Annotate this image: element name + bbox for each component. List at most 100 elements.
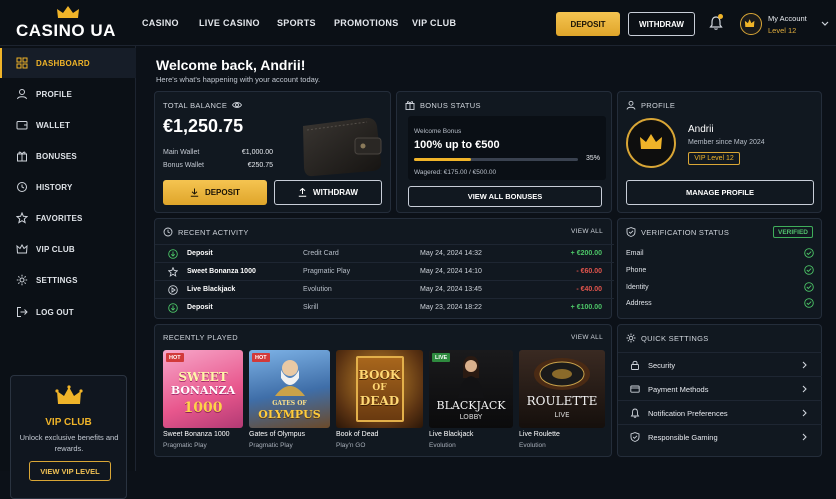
game-thumbnail[interactable]: BOOK OF DEAD (336, 350, 423, 428)
header-deposit-button[interactable]: DEPOSIT (556, 12, 620, 36)
game-provider: Pragmatic Play (249, 442, 293, 449)
crown-icon (16, 243, 28, 254)
bonus-title: BONUS STATUS (420, 100, 481, 110)
game-thumbnail[interactable]: HOT GATES OF OLYMPUS (249, 350, 330, 428)
download-icon (190, 188, 199, 197)
account-menu[interactable]: My Account Level 12 (768, 14, 807, 35)
deposit-icon (168, 249, 178, 259)
avatar[interactable] (740, 13, 762, 35)
recent-title: RECENTLY PLAYED (163, 333, 238, 342)
bonus-title-row: BONUS STATUS (405, 100, 481, 110)
view-vip-level-button[interactable]: VIEW VIP LEVEL (29, 461, 111, 481)
quick-settings-item-responsible-gaming[interactable]: Responsible Gaming (618, 424, 822, 448)
sidebar-item-logout[interactable]: LOG OUT (0, 297, 136, 327)
wallet-icon (16, 121, 28, 130)
sidebar-item-label: VIP CLUB (36, 244, 75, 254)
sidebar-item-wallet[interactable]: WALLET (0, 110, 136, 140)
profile-avatar[interactable] (626, 118, 676, 168)
game-name[interactable]: Book of Dead (336, 431, 378, 438)
sidebar-item-dashboard[interactable]: DASHBOARD (0, 48, 136, 78)
history-icon (163, 227, 173, 237)
sidebar-item-history[interactable]: HISTORY (0, 172, 136, 202)
gear-icon (16, 274, 28, 286)
recent-title-row: RECENTLY PLAYED (163, 333, 238, 342)
quick-settings-item-security[interactable]: Security (618, 352, 822, 376)
nav-promotions[interactable]: PROMOTIONS (334, 18, 399, 28)
sidebar-item-profile[interactable]: PROFILE (0, 79, 136, 109)
nav-casino[interactable]: CASINO (142, 18, 179, 28)
header-withdraw-button[interactable]: WITHDRAW (628, 12, 695, 36)
balance-withdraw-button[interactable]: WITHDRAW (274, 180, 382, 205)
balance-deposit-button[interactable]: DEPOSIT (163, 180, 267, 205)
game-art-line: LOBBY (459, 413, 483, 421)
game-name[interactable]: Live Roulette (519, 431, 560, 438)
chevron-down-icon[interactable] (821, 21, 829, 27)
withdraw-label: WITHDRAW (313, 188, 358, 197)
brand-name: CASINO UA (16, 21, 116, 40)
game-thumbnail[interactable]: LIVE BLACKJACK LOBBY (429, 350, 513, 428)
verification-label: Phone (626, 267, 647, 274)
sidebar-item-label: LOG OUT (36, 307, 74, 317)
play-icon (168, 285, 178, 295)
quick-title-row: QUICK SETTINGS (626, 333, 709, 343)
sidebar-item-vip-club[interactable]: VIP CLUB (0, 234, 136, 264)
balance-card: TOTAL BALANCE €1,250.75 Main Wallet €1,0… (154, 91, 391, 213)
balance-amount: €1,250.75 (163, 116, 244, 136)
activity-date: May 24, 2024 13:45 (420, 286, 482, 293)
game-art-line: 1000 (183, 400, 223, 416)
bonus-wallet-value: €250.75 (247, 162, 273, 169)
quick-settings-card: QUICK SETTINGS Security Payment Methods … (617, 324, 822, 457)
check-circle-icon (804, 265, 814, 275)
shield-check-icon (626, 227, 636, 237)
table-row[interactable]: Deposit Credit Card May 24, 2024 14:32 +… (155, 244, 614, 262)
lock-icon (631, 360, 639, 370)
activity-method: Credit Card (303, 250, 339, 257)
shield-icon (630, 432, 640, 442)
nav-sports[interactable]: SPORTS (277, 18, 316, 28)
view-all-bonuses-button[interactable]: VIEW ALL BONUSES (408, 186, 602, 207)
live-badge: LIVE (432, 353, 451, 362)
activity-method: Evolution (303, 286, 332, 293)
game-name[interactable]: Live Blackjack (429, 431, 473, 438)
game-art-line: GATES OF (272, 400, 307, 407)
logo[interactable]: CASINO UA (16, 6, 116, 42)
table-row[interactable]: Live Blackjack Evolution May 24, 2024 13… (155, 280, 614, 298)
dealer-figure-icon (458, 356, 484, 398)
game-name[interactable]: Gates of Olympus (249, 431, 305, 438)
hot-badge: HOT (166, 353, 184, 362)
main-wallet-row: Main Wallet €1,000.00 (163, 149, 273, 156)
manage-profile-button[interactable]: MANAGE PROFILE (626, 180, 814, 205)
table-row[interactable]: Deposit Skrill May 23, 2024 18:22 + €100… (155, 298, 614, 316)
recent-view-all-link[interactable]: VIEW ALL (571, 334, 603, 341)
deposit-icon (168, 303, 178, 313)
activity-date: May 23, 2024 18:22 (420, 304, 482, 311)
card-icon (630, 385, 640, 393)
bell-icon (630, 408, 640, 418)
nav-live-casino[interactable]: LIVE CASINO (199, 18, 260, 28)
game-thumbnail[interactable]: HOT SWEET BONANZA 1000 (163, 350, 243, 428)
verification-item: Identity (626, 282, 814, 292)
activity-view-all-link[interactable]: VIEW ALL (571, 228, 603, 235)
game-name[interactable]: Sweet Bonanza 1000 (163, 431, 230, 438)
game-art-line: LIVE (554, 411, 570, 419)
eye-icon[interactable] (232, 100, 243, 110)
sidebar-item-bonuses[interactable]: BONUSES (0, 141, 136, 171)
game-art-line: ROULETTE (526, 394, 598, 408)
quick-settings-item-notifications[interactable]: Notification Preferences (618, 400, 822, 424)
upload-icon (298, 188, 307, 197)
balance-title: TOTAL BALANCE (163, 100, 228, 110)
hot-badge: HOT (252, 353, 270, 362)
sidebar-item-favorites[interactable]: FAVORITES (0, 203, 136, 233)
user-icon (626, 100, 636, 110)
quick-settings-item-payment-methods[interactable]: Payment Methods (618, 376, 822, 400)
nav-vip-club[interactable]: VIP CLUB (412, 18, 456, 28)
sidebar-item-label: PROFILE (36, 89, 73, 99)
sidebar-item-settings[interactable]: SETTINGS (0, 265, 136, 295)
activity-method: Pragmatic Play (303, 268, 351, 275)
profile-title: PROFILE (641, 100, 676, 110)
table-row[interactable]: Sweet Bonanza 1000 Pragmatic Play May 24… (155, 262, 614, 280)
check-circle-icon (804, 282, 814, 292)
activity-amount: - €40.00 (576, 286, 602, 293)
balance-title-row: TOTAL BALANCE (163, 100, 247, 110)
game-thumbnail[interactable]: ROULETTE LIVE (519, 350, 605, 428)
